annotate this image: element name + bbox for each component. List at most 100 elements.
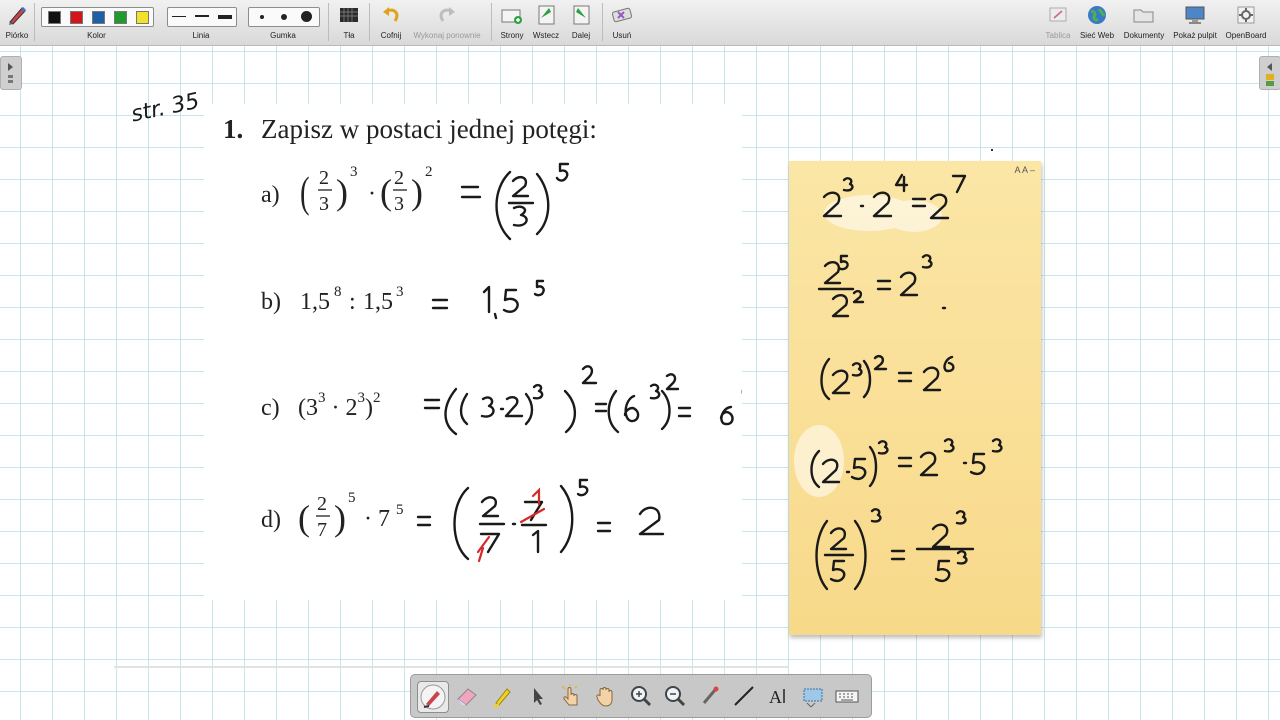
- delete-label: Usuń: [612, 31, 632, 40]
- back-label: Wstecz: [532, 31, 560, 40]
- svg-text:): ): [334, 498, 346, 538]
- documents-label: Dokumenty: [1123, 31, 1165, 40]
- interact-tool-button[interactable]: [556, 681, 586, 711]
- eraser-tool-button[interactable]: [452, 681, 482, 711]
- capture-tool-button[interactable]: [798, 681, 828, 711]
- separator: [369, 3, 370, 41]
- page-note-handwriting: str. 35: [129, 89, 202, 124]
- redo-label: Wykonaj ponownie: [413, 31, 481, 40]
- svg-text:3: 3: [319, 193, 329, 215]
- line-width-group: [167, 7, 237, 27]
- laser-pointer-tool-button[interactable]: [695, 681, 725, 711]
- item-b-operator: :: [349, 289, 356, 315]
- svg-text:2: 2: [317, 493, 327, 515]
- separator: [34, 3, 35, 41]
- previous-page-icon: [538, 5, 555, 25]
- left-panel-toggle[interactable]: [0, 56, 22, 90]
- color-swatch-red[interactable]: [70, 11, 83, 24]
- svg-text:(: (: [380, 172, 392, 212]
- line-tool-button[interactable]: [729, 681, 759, 711]
- svg-text:2: 2: [394, 167, 404, 189]
- textbook-page: 1. Zapisz w postaci jednej potęgi: a) ( …: [204, 104, 752, 600]
- highlighter-tool-icon: [493, 688, 511, 708]
- item-b-label: b): [261, 289, 281, 315]
- exercise-title: Zapisz w postaci jednej potęgi:: [261, 114, 597, 144]
- board-label: Tablica: [1045, 31, 1071, 40]
- board-icon: [1049, 7, 1067, 22]
- svg-text:·: ·: [368, 181, 376, 207]
- undo-label: Cofnij: [380, 31, 402, 40]
- svg-text:5: 5: [396, 502, 404, 518]
- screen-capture-icon: [803, 688, 823, 708]
- color-label: Kolor: [87, 31, 106, 40]
- font-size-controls[interactable]: A A –: [1014, 165, 1035, 175]
- handwritten-answers: [416, 162, 752, 561]
- globe-icon: [1088, 6, 1106, 24]
- item-a-label: a): [261, 182, 280, 208]
- pen-label: Piórko: [5, 31, 29, 40]
- svg-text:2: 2: [425, 164, 433, 180]
- background-grid-icon: [340, 8, 358, 22]
- eraser-small-option[interactable]: [260, 15, 264, 19]
- select-tool-button[interactable]: [522, 681, 552, 711]
- line-icon: [734, 686, 754, 706]
- color-swatch-yellow[interactable]: [136, 11, 149, 24]
- text-tool-button[interactable]: A: [763, 681, 793, 711]
- desktop-label: Pokaż pulpit: [1173, 31, 1217, 40]
- pages-label: Strony: [500, 31, 524, 40]
- zoom-in-tool-button[interactable]: [626, 681, 656, 711]
- line-medium-option[interactable]: [195, 15, 209, 17]
- item-d-label: d): [261, 507, 281, 533]
- sticky-rules-handwriting: [794, 173, 1003, 591]
- highlighter-tool-button[interactable]: [487, 681, 517, 711]
- exercise-number: 1.: [223, 114, 243, 144]
- item-b-exp1: 8: [334, 284, 342, 300]
- svg-text:3: 3: [350, 164, 358, 180]
- gear-icon: [1237, 6, 1255, 24]
- svg-text:1,5: 1,5: [363, 289, 393, 315]
- svg-text:5: 5: [348, 490, 356, 506]
- expand-left-icon: [1266, 63, 1274, 86]
- item-c-label: c): [261, 395, 280, 421]
- svg-text:2: 2: [319, 167, 329, 189]
- background-label: Tła: [343, 31, 355, 40]
- keyboard-icon: [835, 690, 859, 703]
- svg-text:): ): [411, 172, 423, 212]
- right-panel-toggle[interactable]: [1259, 56, 1280, 90]
- svg-text:3: 3: [394, 193, 404, 215]
- sticky-note[interactable]: A A –: [789, 161, 1041, 635]
- cursor-arrow-icon: [534, 688, 543, 705]
- top-toolbar: Piórko Kolor Linia Gumka Tła Cofnij Wyko…: [0, 0, 1280, 46]
- monitor-icon: [1185, 6, 1205, 24]
- line-thin-option[interactable]: [172, 16, 186, 17]
- line-label: Linia: [192, 31, 210, 40]
- delete-icon: [611, 7, 633, 23]
- svg-text:): ): [336, 172, 348, 212]
- line-thick-option[interactable]: [218, 15, 232, 19]
- item-a-expression: ( 23 ) 3 · ( 23 ) 2: [300, 164, 433, 216]
- eraser-tool-icon: [457, 688, 477, 706]
- item-b-base1: 1,5: [300, 289, 330, 315]
- zoom-in-icon: [631, 686, 652, 707]
- separator: [491, 3, 492, 41]
- item-b-exp2: 3: [396, 284, 404, 300]
- page-bottom-edge: [114, 666, 789, 668]
- svg-text:7: 7: [317, 519, 327, 541]
- text-icon: A: [769, 687, 785, 707]
- virtual-keyboard-button[interactable]: [832, 681, 862, 711]
- undo-icon: [383, 7, 399, 22]
- folder-icon: [1133, 9, 1154, 23]
- pen-icon: [9, 6, 27, 25]
- svg-text:(: (: [298, 498, 310, 538]
- svg-text:(: (: [300, 168, 310, 216]
- color-swatch-black[interactable]: [48, 11, 61, 24]
- next-page-icon: [573, 5, 590, 25]
- hand-icon: [596, 687, 613, 707]
- color-swatch-green[interactable]: [114, 11, 127, 24]
- hand-tool-button[interactable]: [591, 681, 621, 711]
- eraser-large-option[interactable]: [301, 11, 312, 22]
- eraser-medium-option[interactable]: [281, 14, 287, 20]
- zoom-out-tool-button[interactable]: [660, 681, 690, 711]
- pen-tool-button[interactable]: [417, 681, 449, 713]
- color-swatch-blue[interactable]: [92, 11, 105, 24]
